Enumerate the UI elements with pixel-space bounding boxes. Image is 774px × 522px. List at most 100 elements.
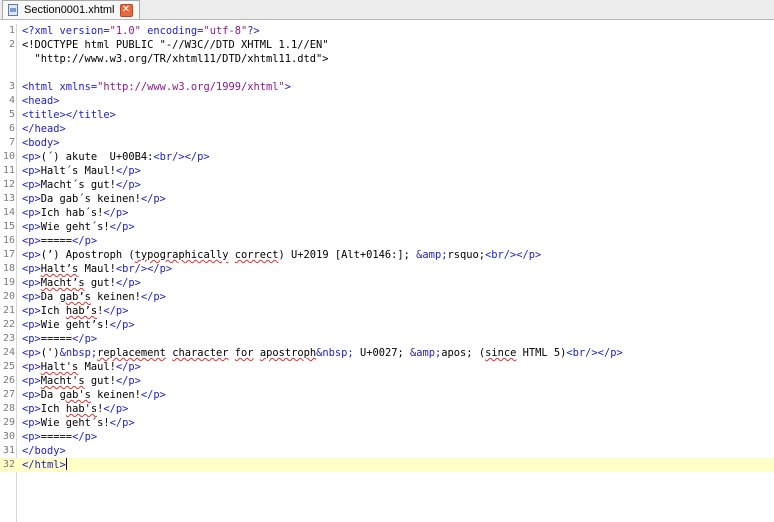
code-line[interactable]: 22 <p>Wie geht’s!</p> <box>0 318 774 332</box>
code-line[interactable]: 18 <p>Halt’s Maul!<br/></p> <box>0 262 774 276</box>
close-icon[interactable]: ✕ <box>119 3 133 17</box>
line-text: <html xmlns="http://www.w3.org/1999/xhtm… <box>22 80 291 94</box>
code-line[interactable]: 15 <p>Wie geht´s!</p> <box>0 220 774 234</box>
code-line[interactable]: 1 <?xml version="1.0" encoding="utf-8"?> <box>0 24 774 38</box>
line-number: 20 <box>2 291 15 302</box>
misspelled-token: replacement <box>97 347 166 359</box>
tab-label: Section0001.xhtml <box>24 4 115 16</box>
code-line[interactable]: 20 <p>Da gab’s keinen!</p> <box>0 290 774 304</box>
code-line[interactable]: 32 </html> <box>0 458 774 472</box>
code-token: keinen! <box>90 291 141 303</box>
code-line[interactable]: 6 </head> <box>0 122 774 136</box>
misspelled-token: hab’s <box>65 305 98 317</box>
code-line[interactable]: 7 <body> <box>0 136 774 150</box>
line-text: <p>Wie geht´s!</p> <box>22 220 135 234</box>
code-token: version= <box>59 25 110 37</box>
code-line[interactable]: 11 <p>Halt´s Maul!</p> <box>0 164 774 178</box>
code-token: </p> <box>103 403 129 415</box>
code-token: <p> <box>22 305 41 317</box>
line-text: <p>Halt's Maul!</p> <box>22 360 141 374</box>
code-token: <br/></p> <box>153 151 210 163</box>
code-token: Ich <box>40 305 66 317</box>
tab-bar: Section0001.xhtml ✕ <box>0 0 774 20</box>
misspelled-token: Macht's <box>40 375 85 387</box>
code-token: <br/></p> <box>485 249 542 261</box>
misspelled-token: gab’s <box>59 291 91 303</box>
line-text: <title></title> <box>22 108 116 122</box>
misspelled-token: since <box>485 347 517 359</box>
misspelled-token: Macht’s <box>40 277 85 289</box>
code-token: rsquo; <box>447 249 485 261</box>
code-token: <p> <box>22 431 41 443</box>
code-token: (') <box>40 347 60 359</box>
line-number: 4 <box>8 95 15 106</box>
code-token: keinen! <box>90 389 141 401</box>
line-number: 3 <box>8 81 15 92</box>
code-line[interactable]: 26 <p>Macht's gut!</p> <box>0 374 774 388</box>
code-token: </p> <box>109 319 135 331</box>
line-number: 21 <box>2 305 15 316</box>
code-token: <p> <box>22 179 41 191</box>
code-line[interactable]: 19 <p>Macht’s gut!</p> <box>0 276 774 290</box>
line-number: 17 <box>2 249 15 260</box>
code-line[interactable]: 4 <head> <box>0 94 774 108</box>
line-text: <p>(’) Apostroph (typographically correc… <box>22 248 541 262</box>
code-token: <p> <box>22 375 41 387</box>
code-line[interactable]: 14 <p>Ich hab´s!</p> <box>0 206 774 220</box>
code-line[interactable]: 17 <p>(’) Apostroph (typographically corr… <box>0 248 774 262</box>
code-token: </body> <box>22 445 66 457</box>
code-line[interactable]: 10 <p>(´) akute U+00B4:<br/></p> <box>0 150 774 164</box>
line-number: 18 <box>2 263 15 274</box>
line-number: 1 <box>8 25 15 36</box>
code-token: (’) Apostroph ( <box>40 249 135 261</box>
line-text: </body> <box>22 444 66 458</box>
misspelled-token: hab's <box>65 403 98 415</box>
code-line[interactable]: 3 <html xmlns="http://www.w3.org/1999/xht… <box>0 80 774 94</box>
line-number: 26 <box>2 375 15 386</box>
code-line[interactable]: "http://www.w3.org/TR/xhtml11/DTD/xhtml1… <box>0 52 774 66</box>
code-line[interactable] <box>0 66 774 80</box>
code-line[interactable]: 16 <p>=====</p> <box>0 234 774 248</box>
code-line[interactable]: 24 <p>(')&nbsp;replacement character for … <box>0 346 774 360</box>
misspelled-token: correct <box>234 249 279 261</box>
code-line[interactable]: 5 <title></title> <box>0 108 774 122</box>
code-token: <title></title> <box>22 109 116 121</box>
line-number: 31 <box>2 445 15 456</box>
tab-section0001[interactable]: Section0001.xhtml ✕ <box>2 0 140 19</box>
code-line[interactable]: 21 <p>Ich hab’s!</p> <box>0 304 774 318</box>
code-token: Wie geht’s! <box>40 319 110 331</box>
line-number: 13 <box>2 193 15 204</box>
line-text: <p>(´) akute U+00B4:<br/></p> <box>22 150 210 164</box>
line-number: 16 <box>2 235 15 246</box>
code-area[interactable]: 1 <?xml version="1.0" encoding="utf-8"?> 2… <box>0 24 774 472</box>
misspelled-token: Halt's <box>40 361 79 373</box>
misspelled-token: typographically <box>134 249 229 261</box>
code-token: "http://www.w3.org/1999/xhtml" <box>97 81 285 93</box>
code-line[interactable]: 2 <!DOCTYPE html PUBLIC "-//W3C//DTD XHTM… <box>0 38 774 52</box>
code-token: </p> <box>103 207 129 219</box>
code-line[interactable]: 27 <p>Da gab's keinen!</p> <box>0 388 774 402</box>
line-number: 11 <box>2 165 15 176</box>
code-token: &amp; <box>410 347 442 359</box>
code-line[interactable]: 23 <p>=====</p> <box>0 332 774 346</box>
code-token: <p> <box>22 361 41 373</box>
code-token: </p> <box>115 179 141 191</box>
code-token: <p> <box>22 193 41 205</box>
code-line[interactable]: 29 <p>Wie geht´s!</p> <box>0 416 774 430</box>
code-token: gut! <box>84 277 116 289</box>
line-number: 19 <box>2 277 15 288</box>
code-line[interactable]: 28 <p>Ich hab's!</p> <box>0 402 774 416</box>
code-token: Ich hab´s! <box>40 207 104 219</box>
code-token: ===== <box>40 235 73 247</box>
code-editor[interactable]: 1 <?xml version="1.0" encoding="utf-8"?> 2… <box>0 24 774 522</box>
code-line[interactable]: 13 <p>Da gab´s keinen!</p> <box>0 192 774 206</box>
code-line[interactable]: 25 <p>Halt's Maul!</p> <box>0 360 774 374</box>
code-line[interactable]: 31 </body> <box>0 444 774 458</box>
code-token: <!DOCTYPE html PUBLIC "-//W3C//DTD XHTML… <box>22 39 329 51</box>
code-line[interactable]: 30 <p>=====</p> <box>0 430 774 444</box>
code-line[interactable]: 12 <p>Macht´s gut!</p> <box>0 178 774 192</box>
line-text: <p>Wie geht´s!</p> <box>22 416 135 430</box>
line-number: 27 <box>2 389 15 400</box>
code-token: <p> <box>22 235 41 247</box>
line-number: 29 <box>2 417 15 428</box>
